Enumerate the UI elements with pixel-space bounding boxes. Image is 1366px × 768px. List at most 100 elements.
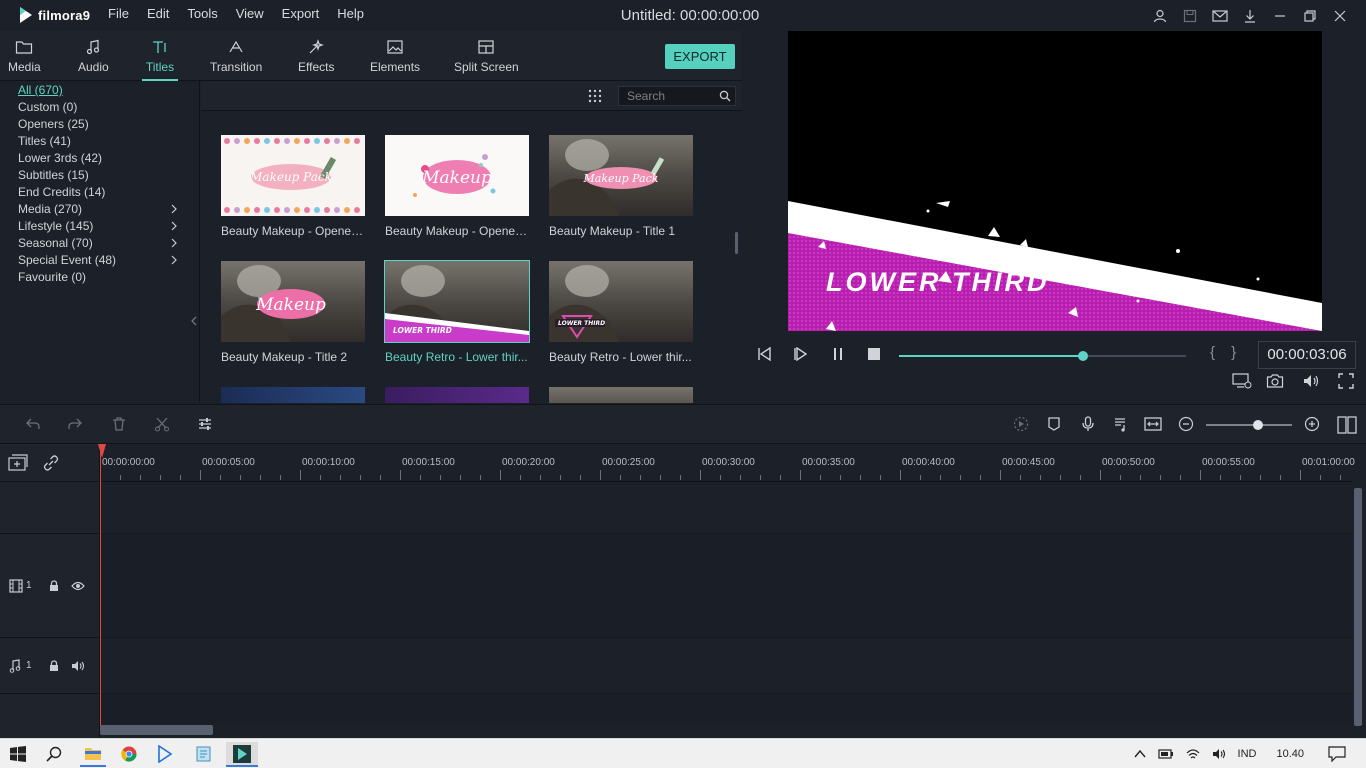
undo-icon[interactable] (25, 416, 41, 432)
chevron-right-icon[interactable] (170, 238, 178, 248)
eye-icon[interactable] (70, 580, 85, 592)
render-icon[interactable] (1012, 416, 1030, 432)
microphone-icon[interactable] (1080, 416, 1096, 432)
display-settings-icon[interactable] (1232, 373, 1252, 389)
chevron-right-icon[interactable] (170, 255, 178, 265)
thumbnail-partial[interactable] (385, 387, 529, 403)
message-icon[interactable] (1206, 7, 1234, 25)
tab-audio[interactable]: Audio (78, 39, 109, 81)
menu-export[interactable]: Export (282, 6, 320, 21)
panel-layout-icon[interactable] (1337, 416, 1357, 434)
step-back-icon[interactable] (756, 346, 772, 362)
grid-view-icon[interactable] (588, 89, 602, 103)
notifications-icon[interactable] (1328, 746, 1346, 762)
thumbnail-beauty-retro-lower-third-2[interactable]: LOWER THIRD Beauty Retro - Lower thir... (549, 261, 693, 364)
language-indicator[interactable]: IND (1238, 748, 1257, 760)
playback-progress-handle[interactable] (1077, 351, 1088, 361)
close-icon[interactable] (1326, 7, 1354, 25)
category-favourite[interactable]: Favourite (0) (18, 270, 86, 284)
play-icon[interactable] (792, 346, 808, 362)
timeline-zoom-handle[interactable] (1252, 420, 1263, 430)
timeline-ruler[interactable]: 00:00:00:00 00:00:05:00 00:00:10:00 00:0… (100, 444, 1355, 482)
notepad-icon[interactable] (195, 745, 213, 763)
audio-track[interactable] (100, 638, 1352, 694)
category-lifestyle[interactable]: Lifestyle (145) (18, 219, 93, 233)
snapshot-icon[interactable] (1266, 373, 1284, 389)
fit-timeline-icon[interactable] (1144, 416, 1162, 432)
marker-icon[interactable] (1046, 416, 1062, 432)
adjust-icon[interactable] (197, 416, 213, 432)
thumbnail-beauty-retro-lower-third-1[interactable]: LOWER THIRD Beauty Retro - Lower thir... (384, 260, 530, 364)
minimize-icon[interactable] (1266, 7, 1294, 25)
tab-titles[interactable]: Titles (142, 39, 178, 81)
media-player-icon[interactable] (157, 745, 173, 763)
menu-file[interactable]: File (108, 6, 129, 21)
category-end-credits[interactable]: End Credits (14) (18, 185, 105, 199)
thumbnail-partial[interactable] (549, 387, 693, 403)
clock[interactable]: 10.40 (1276, 748, 1304, 760)
link-icon[interactable] (42, 454, 60, 471)
category-lower-3rds[interactable]: Lower 3rds (42) (18, 151, 102, 165)
thumbnail-beauty-makeup-title-1[interactable]: Makeup Pack Beauty Makeup - Title 1 (549, 135, 693, 238)
video-track[interactable] (100, 534, 1352, 638)
taskbar-filmora[interactable] (226, 742, 258, 767)
category-media[interactable]: Media (270) (18, 202, 82, 216)
search-icon[interactable] (719, 90, 731, 102)
chevron-up-icon[interactable] (1133, 749, 1146, 759)
delete-icon[interactable] (111, 416, 127, 432)
volume-tray-icon[interactable] (1212, 748, 1226, 760)
account-icon[interactable] (1146, 7, 1174, 25)
tab-elements[interactable]: Elements (370, 39, 420, 81)
restore-icon[interactable] (1296, 7, 1324, 25)
category-custom[interactable]: Custom (0) (18, 100, 77, 114)
empty-track-area[interactable] (100, 482, 1352, 534)
battery-icon[interactable] (1157, 748, 1174, 760)
category-special-event[interactable]: Special Event (48) (18, 253, 116, 267)
playback-progress-bar[interactable] (899, 351, 1186, 361)
voiceover-list-icon[interactable] (1113, 416, 1129, 432)
playhead-handle[interactable] (98, 444, 106, 458)
redo-icon[interactable] (67, 416, 83, 432)
tab-media[interactable]: Media (8, 39, 41, 81)
tab-transition[interactable]: Transition (210, 39, 262, 81)
zoom-in-icon[interactable] (1304, 416, 1320, 432)
zoom-out-icon[interactable] (1178, 416, 1194, 432)
category-seasonal[interactable]: Seasonal (70) (18, 236, 93, 250)
pause-icon[interactable] (830, 346, 846, 362)
timeline-zoom-slider[interactable] (1206, 420, 1292, 430)
volume-icon[interactable] (1302, 373, 1320, 389)
chevron-right-icon[interactable] (170, 204, 178, 214)
menu-view[interactable]: View (236, 6, 264, 21)
lock-icon[interactable] (48, 659, 60, 672)
windows-start-icon[interactable] (10, 746, 26, 762)
save-icon[interactable] (1176, 7, 1204, 25)
menu-edit[interactable]: Edit (147, 6, 169, 21)
thumbnail-beauty-makeup-title-2[interactable]: Makeup Beauty Makeup - Title 2 (221, 261, 365, 364)
chevron-right-icon[interactable] (170, 221, 178, 231)
timeline-vertical-scrollbar[interactable] (1354, 488, 1362, 726)
category-openers[interactable]: Openers (25) (18, 117, 89, 131)
taskbar-file-explorer[interactable] (80, 742, 106, 767)
tab-effects[interactable]: Effects (298, 39, 334, 81)
timeline-horizontal-scrollbar[interactable] (100, 725, 213, 735)
thumbnail-beauty-makeup-opener-1[interactable]: Makeup Pack Beauty Makeup - Opener 1 (221, 135, 365, 238)
speaker-icon[interactable] (71, 660, 85, 672)
wifi-icon[interactable] (1186, 748, 1200, 760)
fullscreen-icon[interactable] (1338, 373, 1354, 389)
mark-in-out-buttons[interactable]: { } (1210, 344, 1242, 361)
tab-split-screen[interactable]: Split Screen (454, 39, 519, 81)
library-scrollbar[interactable] (735, 232, 738, 254)
category-titles[interactable]: Titles (41) (18, 134, 71, 148)
category-all[interactable]: All (670) (18, 83, 63, 97)
playhead[interactable] (100, 444, 101, 726)
menu-tools[interactable]: Tools (187, 6, 217, 21)
category-subtitles[interactable]: Subtitles (15) (18, 168, 89, 182)
menu-help[interactable]: Help (337, 6, 364, 21)
add-track-icon[interactable] (8, 453, 28, 472)
cut-icon[interactable] (154, 416, 170, 432)
export-button[interactable]: EXPORT (665, 44, 735, 69)
search-input[interactable] (619, 87, 715, 105)
download-icon[interactable] (1236, 7, 1264, 25)
thumbnail-partial[interactable] (221, 387, 365, 403)
stop-icon[interactable] (866, 346, 882, 362)
